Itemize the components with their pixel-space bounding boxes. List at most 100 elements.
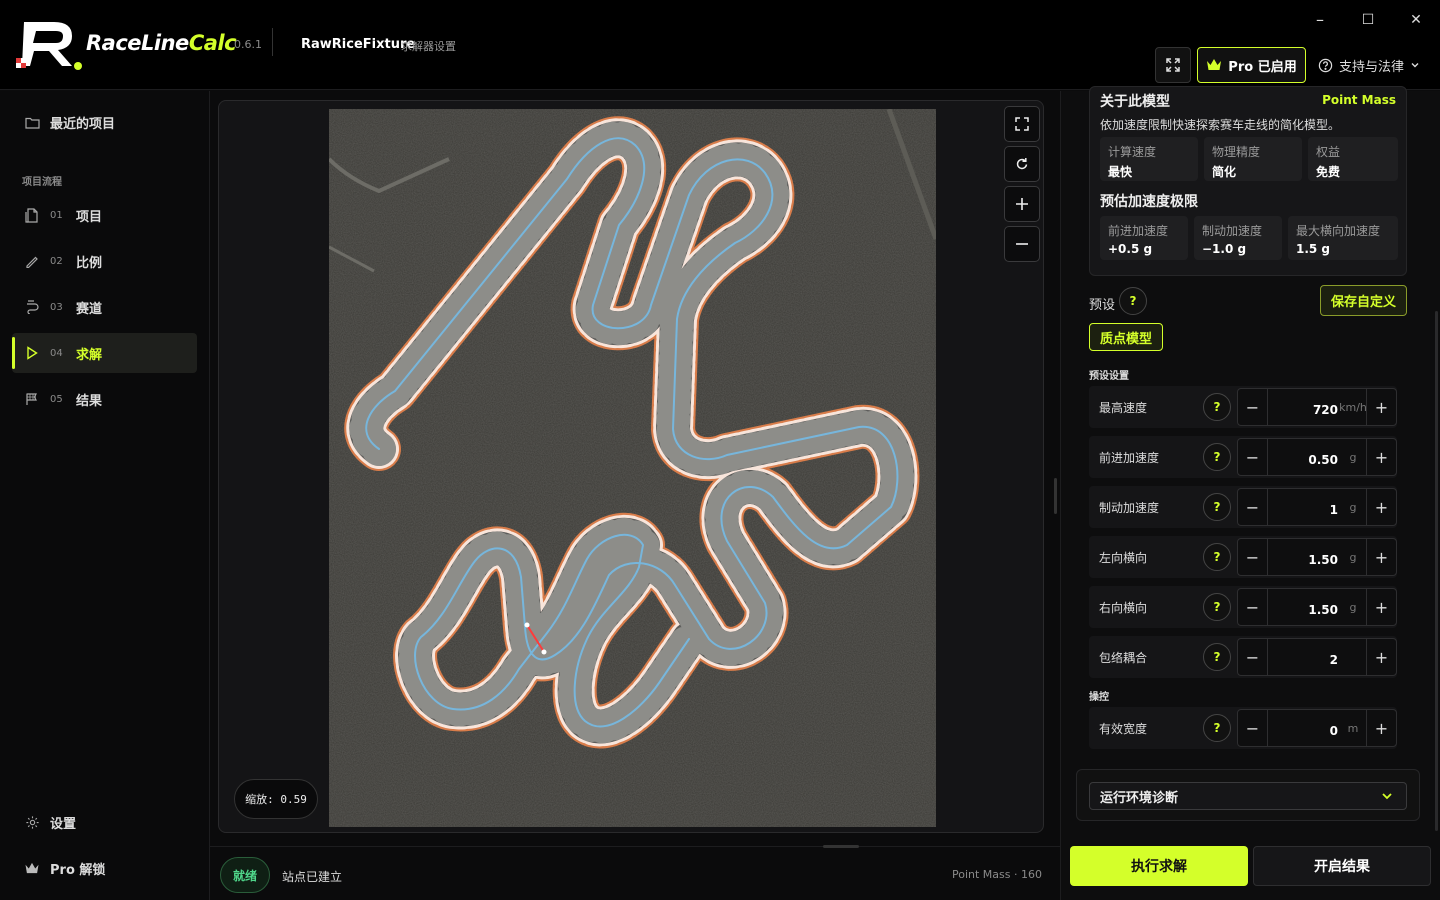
param-value-input[interactable]: 2 <box>1268 639 1338 675</box>
decrement-button[interactable]: − <box>1238 389 1268 425</box>
param-value-input[interactable]: 0.50 <box>1268 439 1338 475</box>
param-stepper: − 0 m + <box>1237 709 1397 747</box>
increment-button[interactable]: + <box>1366 489 1396 525</box>
increment-button[interactable]: + <box>1366 539 1396 575</box>
param-label: 左向横向 <box>1099 551 1148 565</box>
stat-key: 前进加速度 <box>1108 224 1169 238</box>
track-map[interactable] <box>329 109 936 827</box>
param-row-forward-accel: 前进加速度 ? − 0.50 g + <box>1089 436 1397 478</box>
sidebar-item-settings[interactable]: 设置 <box>12 802 197 842</box>
increment-button[interactable]: + <box>1366 639 1396 675</box>
pro-enabled-button[interactable]: Pro 已启用 <box>1197 47 1306 83</box>
gear-icon <box>24 814 40 830</box>
sidebar-item-scale[interactable]: 02 比例 <box>12 241 197 281</box>
diagnostics-dropdown[interactable]: 运行环境诊断 <box>1089 782 1407 810</box>
sidebar-item-solve[interactable]: 04 求解 <box>12 333 197 373</box>
fullscreen-button[interactable] <box>1155 47 1191 83</box>
pro-enabled-label: Pro 已启用 <box>1228 59 1297 75</box>
increment-button[interactable]: + <box>1366 439 1396 475</box>
param-label: 最高速度 <box>1099 401 1148 415</box>
param-unit: km/h <box>1339 401 1367 414</box>
crown-icon <box>1207 59 1222 70</box>
stat-forward-accel: 前进加速度 +0.5 g <box>1100 216 1188 260</box>
zoom-out-button[interactable] <box>1004 226 1040 262</box>
increment-button[interactable]: + <box>1366 589 1396 625</box>
decrement-button[interactable]: − <box>1238 589 1268 625</box>
sidebar-item-results[interactable]: 05 结果 <box>12 379 197 419</box>
sidebar-item-track[interactable]: 03 赛道 <box>12 287 197 327</box>
param-unit: g <box>1349 601 1357 614</box>
model-description: 依加速度限制快速探索赛车走线的简化模型。 <box>1100 118 1341 132</box>
sidebar-section-label: 项目流程 <box>22 177 62 188</box>
param-row-envelope-coupling: 包络耦合 ? − 2 + <box>1089 636 1397 678</box>
chevron-down-icon <box>1411 63 1419 68</box>
preset-chip-point-mass[interactable]: 质点模型 <box>1089 323 1163 351</box>
param-help-button[interactable]: ? <box>1203 493 1231 521</box>
status-text: 站点已建立 <box>282 870 343 884</box>
panel-resize-handle[interactable] <box>1054 478 1057 514</box>
increment-button[interactable]: + <box>1366 710 1396 746</box>
splitter-handle[interactable] <box>823 845 859 848</box>
support-legal-label: 支持与法律 <box>1339 59 1405 75</box>
run-solver-button[interactable]: 执行求解 <box>1070 846 1248 886</box>
param-stepper: − 1.50 g + <box>1237 538 1397 576</box>
param-help-button[interactable]: ? <box>1203 593 1231 621</box>
increment-button[interactable]: + <box>1366 389 1396 425</box>
param-row-right-lateral: 右向横向 ? − 1.50 g + <box>1089 586 1397 628</box>
accel-limits-heading: 预估加速度极限 <box>1100 194 1198 210</box>
param-value-input[interactable]: 1.50 <box>1268 539 1338 575</box>
sidebar-item-pro-unlock[interactable]: Pro 解锁 <box>12 848 197 888</box>
param-help-button[interactable]: ? <box>1203 393 1231 421</box>
status-badge: 就绪 <box>220 857 270 893</box>
zoom-level-badge: 缩放: 0.59 <box>234 779 318 819</box>
save-custom-button[interactable]: 保存自定义 <box>1320 285 1407 316</box>
param-value-input[interactable]: 1.50 <box>1268 589 1338 625</box>
sidebar-item-project[interactable]: 01 项目 <box>12 195 197 235</box>
param-unit <box>1338 639 1368 675</box>
minimize-button[interactable]: – <box>1300 8 1340 32</box>
checkered-flag-icon <box>24 391 40 407</box>
stat-entitlement: 权益 免费 <box>1308 137 1398 181</box>
app-version: 0.6.1 <box>234 38 262 51</box>
status-model-info: Point Mass · 160 <box>952 868 1042 881</box>
step-number: 04 <box>50 347 63 359</box>
decrement-button[interactable]: − <box>1238 489 1268 525</box>
sidebar-item-label: 赛道 <box>76 301 103 317</box>
param-stepper: − 2 + <box>1237 638 1397 676</box>
panel-scrollbar[interactable] <box>1435 311 1438 831</box>
decrement-button[interactable]: − <box>1238 639 1268 675</box>
param-help-button[interactable]: ? <box>1203 543 1231 571</box>
sidebar-item-label: 项目 <box>76 209 103 225</box>
stat-value: +0.5 g <box>1108 242 1153 256</box>
param-help-button[interactable]: ? <box>1203 643 1231 671</box>
param-unit: m <box>1347 722 1359 735</box>
param-help-button[interactable]: ? <box>1203 443 1231 471</box>
stat-key: 权益 <box>1316 145 1341 159</box>
stat-brake-accel: 制动加速度 −1.0 g <box>1194 216 1282 260</box>
decrement-button[interactable]: − <box>1238 439 1268 475</box>
document-icon <box>24 207 40 223</box>
reset-view-button[interactable] <box>1004 146 1040 182</box>
param-value-input[interactable]: 0 <box>1268 710 1338 746</box>
param-label: 前进加速度 <box>1099 451 1160 465</box>
param-help-button[interactable]: ? <box>1203 714 1231 742</box>
status-bar: 就绪 站点已建立 Point Mass · 160 <box>210 845 1060 900</box>
open-results-button[interactable]: 开启结果 <box>1253 846 1431 886</box>
support-legal-menu[interactable]: 支持与法律 <box>1318 47 1420 83</box>
param-row-max-speed: 最高速度 ? − 720 km/h + <box>1089 386 1397 428</box>
param-value-input[interactable]: 1 <box>1268 489 1338 525</box>
step-number: 01 <box>50 209 63 221</box>
zoom-in-button[interactable] <box>1004 186 1040 222</box>
param-value-input[interactable]: 720 <box>1268 389 1338 425</box>
decrement-button[interactable]: − <box>1238 710 1268 746</box>
fit-view-button[interactable] <box>1004 106 1040 142</box>
maximize-button[interactable]: ☐ <box>1348 8 1388 32</box>
sidebar-item-recent[interactable]: 最近的项目 <box>12 102 197 142</box>
decrement-button[interactable]: − <box>1238 539 1268 575</box>
close-button[interactable]: ✕ <box>1396 8 1436 32</box>
model-name-badge: Point Mass <box>1322 93 1396 107</box>
stat-key: 制动加速度 <box>1202 224 1263 238</box>
preset-settings-section: 预设设置 <box>1089 371 1129 382</box>
preset-help-button[interactable]: ? <box>1119 287 1147 315</box>
fit-view-icon <box>1015 117 1029 131</box>
